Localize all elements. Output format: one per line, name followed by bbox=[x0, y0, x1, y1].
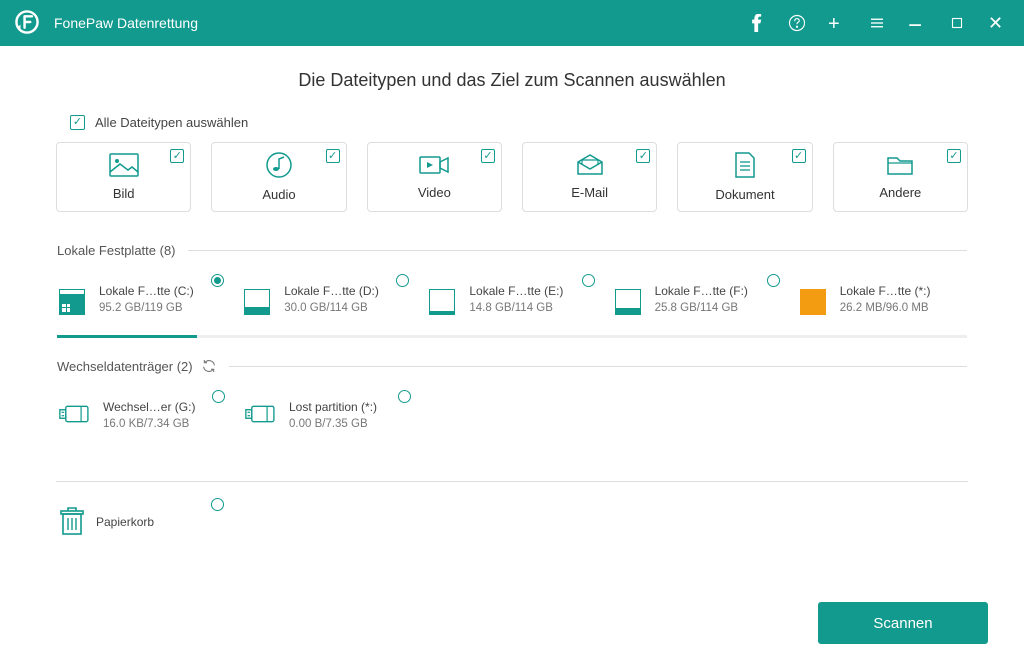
disk-size: 26.2 MB/96.0 MB bbox=[840, 300, 931, 317]
document-icon bbox=[734, 152, 756, 181]
local-section-title: Lokale Festplatte (8) bbox=[57, 243, 176, 258]
folder-icon bbox=[886, 154, 914, 179]
feedback-icon[interactable] bbox=[788, 14, 806, 32]
checkbox-icon[interactable]: ✓ bbox=[326, 149, 340, 163]
filetype-other[interactable]: ✓ Andere bbox=[833, 142, 968, 212]
refresh-icon[interactable] bbox=[201, 358, 217, 374]
filetype-image[interactable]: ✓ Bild bbox=[56, 142, 191, 212]
usb-icon bbox=[245, 399, 279, 432]
removable-g[interactable]: Wechsel…er (G:)16.0 KB/7.34 GB bbox=[57, 394, 243, 443]
disk-name: Lokale F…tte (F:) bbox=[655, 282, 748, 300]
drive-icon bbox=[59, 285, 89, 315]
facebook-icon[interactable] bbox=[748, 14, 766, 32]
radio-icon[interactable] bbox=[396, 274, 409, 287]
local-disk-list: Lokale F…tte (C:)95.2 GB/119 GB Lokale F… bbox=[57, 272, 967, 337]
checkbox-icon[interactable]: ✓ bbox=[792, 149, 806, 163]
close-icon[interactable]: ✕ bbox=[988, 14, 1006, 32]
disk-name: Lokale F…tte (*:) bbox=[840, 282, 931, 300]
add-icon[interactable]: + bbox=[828, 14, 846, 32]
trash-icon bbox=[58, 506, 86, 539]
disk-size: 25.8 GB/114 GB bbox=[655, 300, 748, 317]
filetype-email[interactable]: ✓ E-Mail bbox=[522, 142, 657, 212]
audio-icon bbox=[266, 152, 292, 181]
drive-icon bbox=[615, 285, 645, 315]
disk-size: 30.0 GB/114 GB bbox=[284, 300, 379, 317]
scan-button[interactable]: Scannen bbox=[818, 602, 988, 644]
disk-f[interactable]: Lokale F…tte (F:)25.8 GB/114 GB bbox=[613, 278, 798, 327]
disk-size: 14.8 GB/114 GB bbox=[469, 300, 563, 317]
menu-icon[interactable] bbox=[868, 14, 886, 32]
disk-d[interactable]: Lokale F…tte (D:)30.0 GB/114 GB bbox=[242, 278, 427, 327]
filetype-label: E-Mail bbox=[571, 185, 608, 200]
removable-section-title: Wechseldatenträger (2) bbox=[57, 359, 193, 374]
checkbox-icon[interactable]: ✓ bbox=[170, 149, 184, 163]
checkbox-icon[interactable]: ✓ bbox=[636, 149, 650, 163]
select-all-label: Alle Dateitypen auswählen bbox=[95, 115, 248, 130]
disk-e[interactable]: Lokale F…tte (E:)14.8 GB/114 GB bbox=[427, 278, 612, 327]
disk-name: Lost partition (*:) bbox=[289, 398, 377, 416]
disk-name: Lokale F…tte (D:) bbox=[284, 282, 379, 300]
image-icon bbox=[109, 153, 139, 180]
disk-size: 0.00 B/7.35 GB bbox=[289, 416, 377, 433]
radio-icon[interactable] bbox=[212, 390, 225, 403]
usb-icon bbox=[59, 399, 93, 432]
app-logo-icon bbox=[14, 9, 40, 38]
removable-lost[interactable]: Lost partition (*:)0.00 B/7.35 GB bbox=[243, 394, 429, 443]
checkbox-icon[interactable]: ✓ bbox=[947, 149, 961, 163]
filetype-audio[interactable]: ✓ Audio bbox=[211, 142, 346, 212]
disk-name: Lokale F…tte (E:) bbox=[469, 282, 563, 300]
radio-selected[interactable] bbox=[211, 274, 224, 287]
removable-section: Wechseldatenträger (2) Wechsel…er (G:)16… bbox=[56, 357, 968, 454]
radio-icon[interactable] bbox=[582, 274, 595, 287]
select-all-checkbox[interactable]: ✓ bbox=[70, 115, 85, 130]
disk-name: Wechsel…er (G:) bbox=[103, 398, 195, 416]
filetype-label: Bild bbox=[113, 186, 135, 201]
video-icon bbox=[419, 154, 449, 179]
radio-icon[interactable] bbox=[767, 274, 780, 287]
removable-list: Wechsel…er (G:)16.0 KB/7.34 GB Lost part… bbox=[57, 388, 967, 453]
filetype-label: Dokument bbox=[715, 187, 774, 202]
scrollbar[interactable] bbox=[57, 335, 967, 338]
app-title: FonePaw Datenrettung bbox=[54, 15, 198, 31]
page-title: Die Dateitypen und das Ziel zum Scannen … bbox=[56, 70, 968, 91]
radio-icon[interactable] bbox=[398, 390, 411, 403]
radio-icon[interactable] bbox=[211, 498, 224, 511]
select-all-row[interactable]: ✓ Alle Dateitypen auswählen bbox=[70, 115, 968, 130]
email-icon bbox=[576, 154, 604, 179]
disk-size: 16.0 KB/7.34 GB bbox=[103, 416, 195, 433]
minimize-icon[interactable]: − bbox=[908, 14, 926, 32]
filetype-label: Andere bbox=[879, 185, 921, 200]
disk-name: Lokale F…tte (C:) bbox=[99, 282, 194, 300]
local-disks-section: Lokale Festplatte (8) Lokale F…tte (C:)9… bbox=[56, 242, 968, 357]
disk-c[interactable]: Lokale F…tte (C:)95.2 GB/119 GB bbox=[57, 278, 242, 327]
filetype-document[interactable]: ✓ Dokument bbox=[677, 142, 812, 212]
filetype-grid: ✓ Bild ✓ Audio ✓ Video ✓ E-Mail ✓ Dokume… bbox=[56, 142, 968, 212]
filetype-label: Audio bbox=[262, 187, 295, 202]
drive-icon bbox=[429, 285, 459, 315]
trash-label: Papierkorb bbox=[96, 513, 154, 531]
drive-icon bbox=[244, 285, 274, 315]
titlebar: FonePaw Datenrettung + − ✕ bbox=[0, 0, 1024, 46]
filetype-video[interactable]: ✓ Video bbox=[367, 142, 502, 212]
checkbox-icon[interactable]: ✓ bbox=[481, 149, 495, 163]
recycle-bin[interactable]: Papierkorb bbox=[56, 502, 242, 549]
drive-icon bbox=[800, 285, 830, 315]
filetype-label: Video bbox=[418, 185, 451, 200]
disk-star[interactable]: Lokale F…tte (*:)26.2 MB/96.0 MB bbox=[798, 278, 967, 327]
maximize-icon[interactable] bbox=[948, 14, 966, 32]
disk-size: 95.2 GB/119 GB bbox=[99, 300, 194, 317]
